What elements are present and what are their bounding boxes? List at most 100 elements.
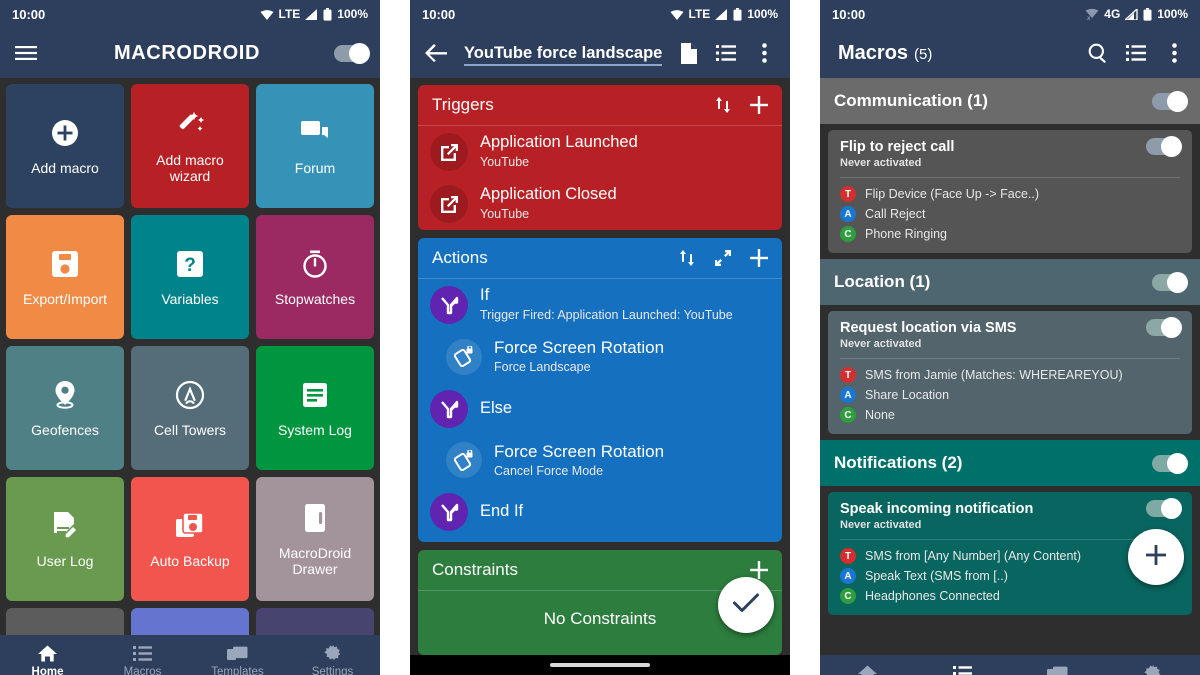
app-bar: Macros (5) — [820, 28, 1200, 78]
nav-settings[interactable]: Settings — [1105, 664, 1200, 675]
macro-card[interactable]: Request location via SMS Never activated… — [828, 311, 1192, 435]
tile-add-macro-wizard[interactable]: Add macro wizard — [131, 84, 249, 208]
category-header-communication[interactable]: Communication (1) — [820, 78, 1200, 124]
templates-icon — [227, 644, 248, 663]
tile-cell-towers[interactable]: Cell Towers — [131, 346, 249, 470]
trigger-text: SMS from Jamie (Matches: WHEREAREYOU) — [865, 368, 1123, 383]
macro-constraint-line: C None — [840, 405, 1180, 425]
nav-home[interactable]: Home — [0, 644, 95, 675]
macro-name-field[interactable]: YouTube force landscape — [464, 43, 663, 66]
action-row[interactable]: Force Screen Rotation Cancel Force Mode — [418, 435, 782, 487]
tile-forum[interactable]: Forum — [256, 84, 374, 208]
tile-macrodroid-drawer[interactable]: MacroDroid Drawer — [256, 477, 374, 601]
trigger-subtitle: YouTube — [480, 155, 530, 170]
plus-circle-icon — [48, 116, 82, 150]
tile-user-log[interactable]: User Log — [6, 477, 124, 601]
macro-toggle[interactable] — [1146, 498, 1182, 520]
list-icon[interactable] — [1122, 39, 1150, 67]
section-title: Constraints — [432, 560, 518, 580]
gear-icon — [1143, 664, 1162, 675]
rotation-lock-icon — [446, 338, 482, 375]
panel-gap-1 — [380, 0, 410, 675]
action-subtitle: Force Landscape — [494, 360, 591, 375]
drawer-icon — [298, 501, 332, 535]
tile-label: MacroDroid Drawer — [278, 544, 352, 577]
list-icon[interactable] — [712, 39, 740, 67]
list-icon — [953, 664, 972, 675]
tile-geofences[interactable]: Geofences — [6, 346, 124, 470]
master-enable-toggle[interactable] — [334, 42, 370, 64]
tile-auto-backup[interactable]: Auto Backup — [131, 477, 249, 601]
rotation-lock-icon — [446, 442, 482, 479]
action-row-else[interactable]: Else — [418, 383, 782, 435]
tile-label: Geofences — [31, 421, 99, 438]
add-trigger-icon[interactable] — [748, 94, 770, 116]
trigger-badge: T — [840, 548, 856, 565]
action-row-endif[interactable]: End If — [418, 486, 782, 542]
category-header-notifications[interactable]: Notifications (2) — [820, 440, 1200, 487]
nav-templates[interactable]: Templates — [190, 644, 285, 675]
category-toggle[interactable] — [1152, 90, 1188, 112]
backup-disk-icon — [173, 509, 207, 543]
macro-card[interactable]: Flip to reject call Never activated T Fl… — [828, 130, 1192, 254]
nav-label: Templates — [211, 666, 264, 675]
macro-toggle[interactable] — [1146, 317, 1182, 339]
action-row-if[interactable]: If Trigger Fired: Application Launched: … — [418, 279, 782, 331]
tile-variables[interactable]: ? Variables — [131, 215, 249, 339]
constraint-badge: C — [840, 407, 856, 424]
status-bar: 10:00 LTE 100% — [0, 0, 380, 28]
add-action-icon[interactable] — [748, 247, 770, 269]
nav-label: Settings — [311, 666, 354, 675]
gear-icon — [323, 644, 342, 663]
nav-settings[interactable]: Settings — [285, 644, 380, 675]
svg-text:x: x — [1087, 16, 1091, 20]
category-header-location[interactable]: Location (1) — [820, 259, 1200, 306]
action-title: If — [480, 286, 490, 305]
section-title: Actions — [432, 247, 488, 267]
tile-partial-3[interactable] — [256, 608, 374, 635]
nav-macros[interactable]: Macros — [915, 664, 1010, 675]
sort-arrows-icon[interactable] — [712, 94, 734, 116]
tile-export-import[interactable]: Export/Import — [6, 215, 124, 339]
trigger-text: SMS from [Any Number] (Any Content) — [865, 549, 1082, 564]
category-toggle[interactable] — [1152, 452, 1188, 474]
macro-toggle[interactable] — [1146, 136, 1182, 157]
overflow-menu-icon[interactable] — [1160, 39, 1188, 67]
overflow-menu-icon[interactable] — [750, 39, 778, 67]
expand-diagonal-icon[interactable] — [712, 247, 734, 269]
wifi-icon — [670, 9, 684, 20]
nav-templates[interactable]: Templates — [1010, 664, 1105, 675]
tile-stopwatches[interactable]: Stopwatches — [256, 215, 374, 339]
search-icon[interactable] — [1084, 39, 1112, 67]
tile-system-log[interactable]: System Log — [256, 346, 374, 470]
external-link-icon — [430, 133, 468, 171]
macro-trigger-line: T SMS from Jamie (Matches: WHEREAREYOU) — [840, 365, 1180, 385]
bottom-navigation: Home Macros Templates Settings — [0, 635, 380, 675]
sort-arrows-icon[interactable] — [676, 247, 698, 269]
macro-name: Flip to reject call — [840, 139, 955, 155]
document-icon[interactable] — [674, 39, 702, 67]
branch-icon — [430, 493, 468, 532]
category-toggle[interactable] — [1152, 271, 1188, 293]
action-title: Force Screen Rotation — [494, 337, 665, 357]
add-macro-fab[interactable] — [1128, 529, 1184, 585]
trigger-row[interactable]: Application Launched YouTube — [418, 126, 782, 178]
back-arrow-icon[interactable] — [422, 39, 450, 67]
save-macro-fab[interactable] — [718, 577, 774, 633]
nav-macros[interactable]: Macros — [95, 644, 190, 675]
status-bar: 10:00 x 4G 100% — [820, 0, 1200, 28]
action-row[interactable]: Force Screen Rotation Force Landscape — [418, 331, 782, 383]
tile-partial-2[interactable] — [131, 608, 249, 635]
tile-partial-1[interactable] — [6, 608, 124, 635]
status-time: 10:00 — [422, 6, 456, 22]
tile-add-macro[interactable]: Add macro — [6, 84, 124, 208]
status-indicators: LTE 100% — [670, 7, 778, 21]
trigger-text: Flip Device (Face Up -> Face..) — [865, 187, 1040, 202]
action-badge: A — [840, 206, 856, 223]
hamburger-menu-icon[interactable] — [12, 39, 40, 67]
trigger-badge: T — [840, 367, 856, 384]
trigger-row[interactable]: Application Closed YouTube — [418, 178, 782, 230]
nav-home[interactable]: Home — [820, 664, 915, 675]
phone-screen-macros-list: 10:00 x 4G 100% Macros (5) Communication… — [820, 0, 1200, 675]
list-icon — [133, 644, 152, 663]
